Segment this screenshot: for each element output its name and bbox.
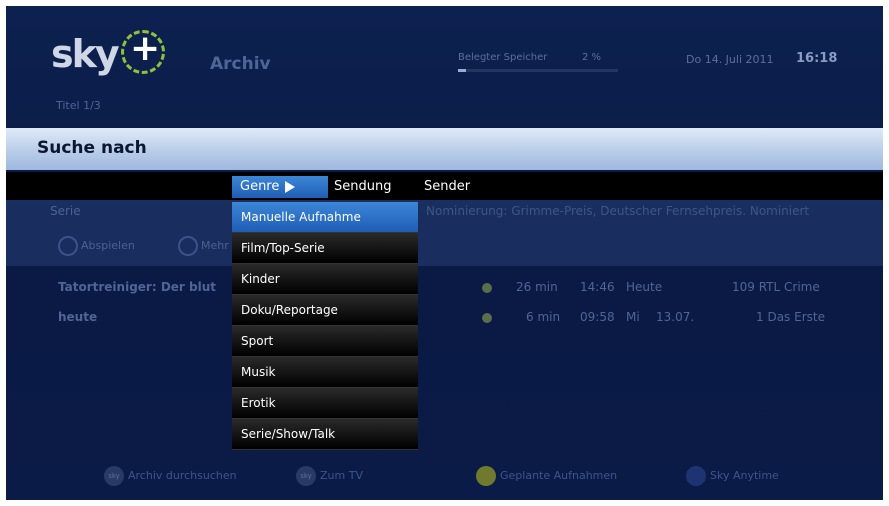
time: 16:18: [796, 51, 838, 66]
recording-status-icon: [482, 283, 492, 293]
app-title: Archiv: [210, 54, 271, 74]
logo-plus: +: [130, 28, 161, 69]
recording-start: 09:58: [580, 310, 615, 324]
storage-value: 2 %: [582, 52, 602, 63]
genre-dropdown: Manuelle Aufnahme Film/Top-Serie Kinder …: [232, 202, 418, 450]
recording-duration: 6 min: [526, 310, 561, 324]
menu-item-film-top-serie[interactable]: Film/Top-Serie: [232, 233, 418, 264]
tab-sendung[interactable]: Sendung: [326, 176, 399, 198]
to-tv-button[interactable]: sky Zum TV: [296, 465, 363, 487]
recording-row[interactable]: heute 6 min 09:58 Mi 13.07. 1 Das Erste: [6, 304, 883, 332]
recording-title: heute: [58, 310, 98, 324]
recording-status-icon: [482, 313, 492, 323]
recording-date: 13.07.: [656, 310, 695, 324]
sky-button-icon: sky: [296, 466, 316, 486]
recording-channel: 109 RTL Crime: [732, 280, 820, 294]
bg-info-text: Nominierung: Grimme-Preis, Deutscher Fer…: [426, 204, 810, 218]
storage-label: Belegter Speicher: [458, 52, 548, 63]
circle-icon: [178, 236, 198, 256]
recording-start: 14:46: [580, 280, 615, 294]
recording-title: Tatortreiniger: Der blut: [58, 280, 216, 294]
sky-plus-logo: sky +: [51, 28, 171, 82]
footer-hints: sky Archiv durchsuchen sky Zum TV Geplante…: [6, 461, 883, 491]
blue-button-icon: [686, 466, 706, 486]
storage-bar: [458, 69, 618, 72]
recording-duration: 26 min: [516, 280, 558, 294]
recording-day: Mi: [626, 310, 640, 324]
sky-anytime-button[interactable]: Sky Anytime: [686, 465, 779, 487]
tab-genre[interactable]: Genre: [232, 176, 328, 198]
recording-day: Heute: [626, 280, 663, 294]
menu-item-sport[interactable]: Sport: [232, 326, 418, 357]
search-title: Suche nach: [37, 138, 147, 158]
play-arrow-icon: [285, 180, 296, 193]
menu-item-doku-reportage[interactable]: Doku/Reportage: [232, 295, 418, 326]
title-count: Titel 1/3: [56, 99, 101, 112]
archive-search-button[interactable]: sky Archiv durchsuchen: [104, 465, 237, 487]
date: Do 14. Juli 2011: [686, 53, 774, 66]
logo-text: sky: [51, 32, 120, 76]
sky-button-icon: sky: [104, 466, 124, 486]
menu-item-kinder[interactable]: Kinder: [232, 264, 418, 295]
menu-item-erotik[interactable]: Erotik: [232, 388, 418, 419]
menu-item-manuelle-aufnahme[interactable]: Manuelle Aufnahme: [232, 202, 418, 233]
circle-icon: [58, 236, 78, 256]
menu-item-musik[interactable]: Musik: [232, 357, 418, 388]
bg-more-button[interactable]: Mehr: [178, 236, 229, 256]
search-tabs: Genre Sendung Sender: [6, 172, 883, 200]
bg-play-button[interactable]: Abspielen: [58, 236, 135, 256]
green-button-icon: [476, 466, 496, 486]
recording-row[interactable]: Tatortreiniger: Der blut 26 min 14:46 He…: [6, 274, 883, 302]
recording-channel: 1 Das Erste: [756, 310, 825, 324]
storage-bar-fill: [458, 69, 466, 72]
search-bar: Suche nach: [6, 128, 883, 170]
tab-sender[interactable]: Sender: [416, 176, 478, 198]
tv-screen: sky + Archiv Belegter Speicher 2 % Do 14…: [6, 6, 883, 500]
planned-recordings-button[interactable]: Geplante Aufnahmen: [476, 465, 617, 487]
bg-genre-label: Serie: [50, 204, 81, 218]
menu-item-serie-show-talk[interactable]: Serie/Show/Talk: [232, 419, 418, 450]
